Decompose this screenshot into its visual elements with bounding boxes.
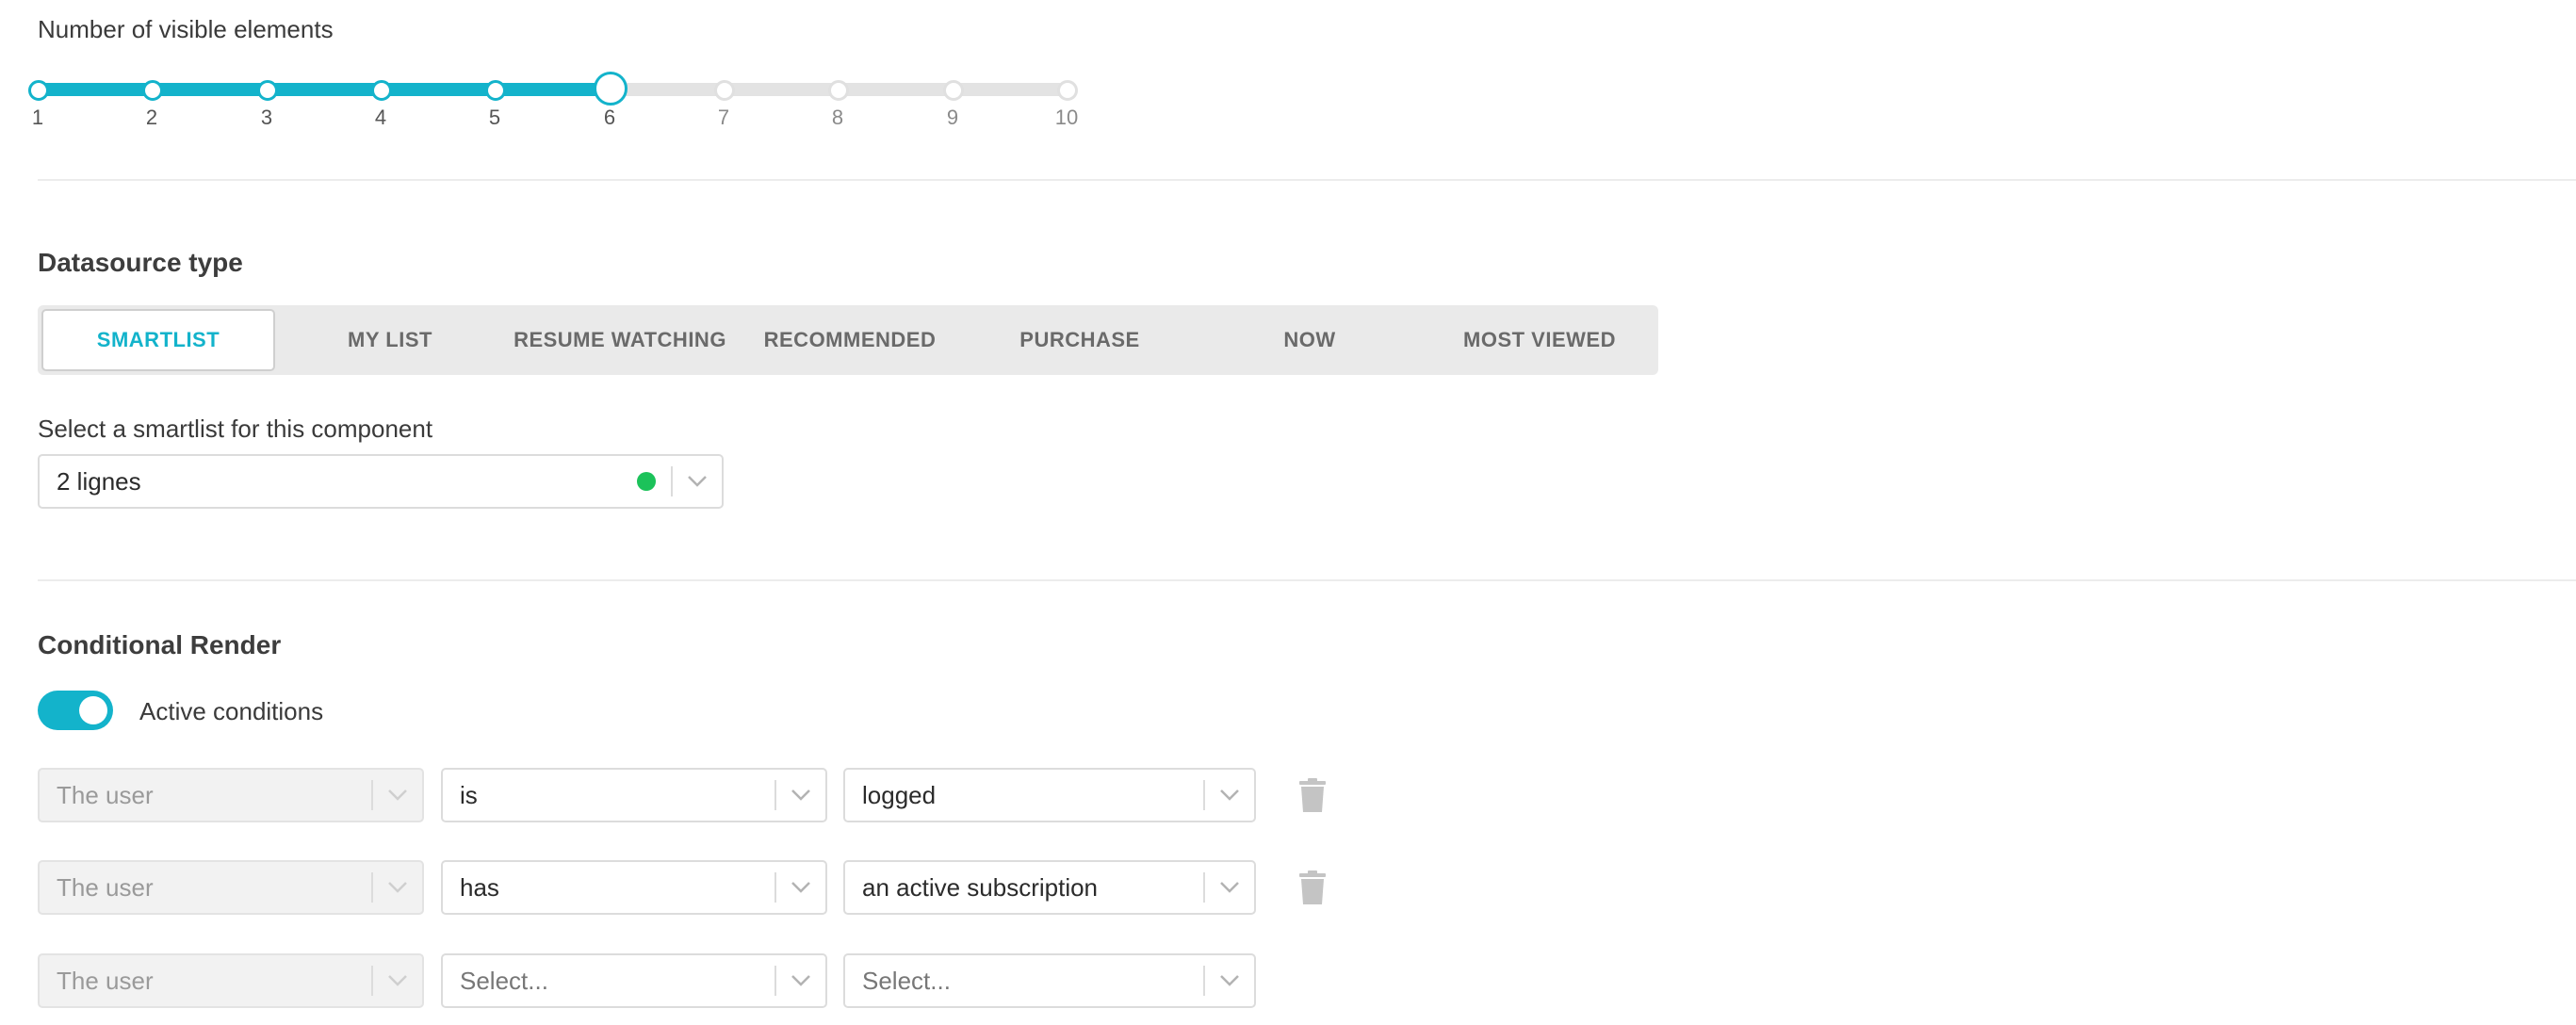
slider-step-dot[interactable]	[485, 80, 506, 101]
chevron-down-icon[interactable]	[776, 862, 825, 913]
tab-recommended[interactable]: RECOMMENDED	[735, 309, 965, 371]
operator-select[interactable]: is	[441, 768, 827, 822]
trash-icon[interactable]	[1294, 774, 1331, 816]
tab-resume-watching[interactable]: RESUME WATCHING	[505, 309, 735, 371]
slider-tick-label: 3	[260, 106, 273, 129]
divider	[38, 579, 2576, 581]
visible-elements-slider[interactable]: 1 2 3 4 5 6 7 8 9 10	[28, 72, 1078, 141]
operator-select-value: Select...	[460, 966, 548, 995]
slider-tick-label: 4	[374, 106, 387, 129]
value-select-value: Select...	[862, 966, 951, 995]
tab-smartlist[interactable]: SMARTLIST	[41, 309, 275, 371]
active-conditions-toggle[interactable]	[38, 691, 113, 730]
subject-select-value: The user	[57, 966, 154, 995]
chevron-down-icon	[373, 955, 422, 1006]
datasource-tabs: SMARTLIST MY LIST RESUME WATCHING RECOMMEND…	[38, 305, 1658, 375]
value-select-value: logged	[862, 780, 937, 809]
smartlist-label: Select a smartlist for this component	[38, 415, 433, 443]
slider-step-dot[interactable]	[371, 80, 392, 101]
chevron-down-icon[interactable]	[1205, 770, 1254, 821]
page: Number of visible elements 1 2 3 4 5 6 7 8 9 10 D…	[0, 0, 2576, 1025]
smartlist-select[interactable]: 2 lignes	[38, 454, 724, 509]
status-dot-icon	[637, 472, 656, 491]
slider-step-dot[interactable]	[257, 80, 278, 101]
operator-select[interactable]: Select...	[441, 953, 827, 1008]
subject-select: The user	[38, 860, 424, 915]
divider	[38, 179, 2576, 181]
trash-icon[interactable]	[1294, 867, 1331, 908]
slider-tick-label: 6	[603, 106, 616, 129]
operator-select[interactable]: has	[441, 860, 827, 915]
subject-select-value: The user	[57, 872, 154, 902]
chevron-down-icon[interactable]	[673, 456, 722, 507]
slider-tick-label: 9	[946, 106, 959, 129]
visible-elements-label: Number of visible elements	[38, 15, 334, 43]
value-select[interactable]: Select...	[843, 953, 1256, 1008]
subject-select: The user	[38, 953, 424, 1008]
tab-my-list[interactable]: MY LIST	[275, 309, 505, 371]
chevron-down-icon	[373, 770, 422, 821]
slider-fill	[38, 83, 610, 96]
value-select[interactable]: logged	[843, 768, 1256, 822]
toggle-knob	[79, 696, 107, 724]
smartlist-value: 2 lignes	[57, 466, 141, 496]
subject-select-value: The user	[57, 780, 154, 809]
active-conditions-label: Active conditions	[139, 697, 324, 725]
datasource-title: Datasource type	[38, 248, 243, 277]
tab-now[interactable]: NOW	[1195, 309, 1425, 371]
value-select[interactable]: an active subscription	[843, 860, 1256, 915]
slider-tick-label: 1	[31, 106, 44, 129]
chevron-down-icon	[373, 862, 422, 913]
tab-purchase[interactable]: PURCHASE	[965, 309, 1195, 371]
slider-step-dot[interactable]	[1057, 80, 1078, 101]
subject-select: The user	[38, 768, 424, 822]
slider-tick-label: 10	[1054, 106, 1079, 129]
slider-step-dot[interactable]	[943, 80, 964, 101]
tab-most-viewed[interactable]: MOST VIEWED	[1425, 309, 1655, 371]
slider-tick-label: 5	[488, 106, 501, 129]
slider-step-dot[interactable]	[142, 80, 163, 101]
slider-step-dot[interactable]	[828, 80, 849, 101]
slider-handle[interactable]	[594, 72, 628, 106]
chevron-down-icon[interactable]	[1205, 955, 1254, 1006]
slider-tick-label: 7	[717, 106, 730, 129]
chevron-down-icon[interactable]	[1205, 862, 1254, 913]
conditional-render-title: Conditional Render	[38, 630, 282, 659]
slider-step-dot[interactable]	[714, 80, 735, 101]
chevron-down-icon[interactable]	[776, 955, 825, 1006]
value-select-value: an active subscription	[862, 872, 1099, 902]
operator-select-value: is	[460, 780, 478, 809]
slider-tick-label: 2	[145, 106, 158, 129]
operator-select-value: has	[460, 872, 499, 902]
slider-tick-label: 8	[831, 106, 844, 129]
slider-step-dot[interactable]	[28, 80, 49, 101]
chevron-down-icon[interactable]	[776, 770, 825, 821]
